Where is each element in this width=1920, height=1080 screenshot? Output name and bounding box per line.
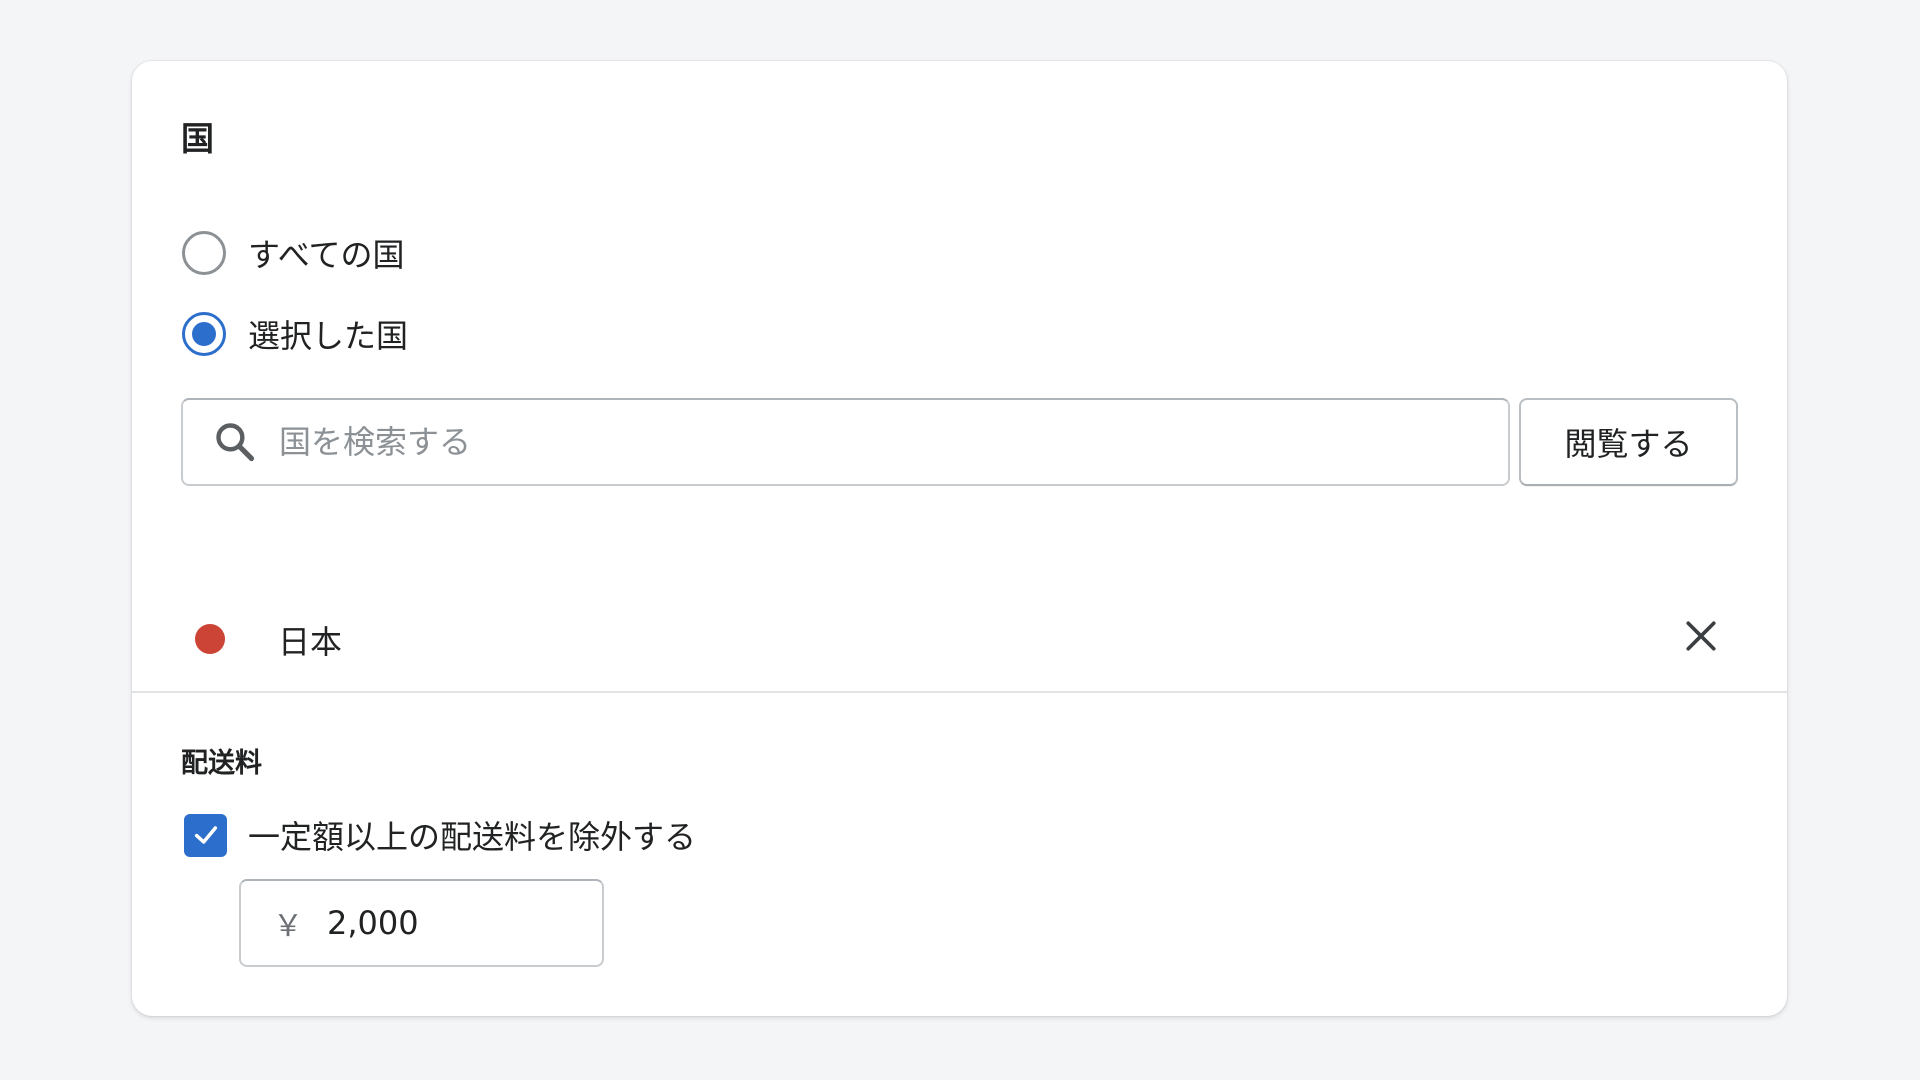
section-divider [132,691,1787,693]
countries-section: 国 すべての国 選択した国 閲覧する 日本 [132,61,1787,691]
checkmark-icon [194,826,217,844]
shipping-section-title: 配送料 [181,748,262,779]
radio-all-countries[interactable]: すべての国 [182,230,404,276]
country-flag-dot [195,624,225,654]
currency-prefix: ￥ [273,909,303,944]
radio-selected-countries[interactable]: 選択した国 [182,311,408,357]
radio-selected-countries-label[interactable]: 選択した国 [248,311,408,357]
exclude-shipping-checkbox-row[interactable]: 一定額以上の配送料を除外する [184,812,696,858]
settings-card: 国 すべての国 選択した国 閲覧する 日本 [132,61,1787,1016]
amount-field[interactable]: ￥ [239,879,604,967]
countries-section-title: 国 [181,119,214,158]
radio-selected-countries-control[interactable] [182,312,226,356]
radio-all-countries-control[interactable] [182,231,226,275]
country-search-field[interactable] [181,398,1510,486]
browse-button[interactable]: 閲覧する [1519,398,1738,486]
exclude-shipping-checkbox[interactable] [184,813,227,857]
selected-country-name: 日本 [278,623,343,661]
remove-country-button[interactable] [1678,613,1724,659]
exclude-shipping-label[interactable]: 一定額以上の配送料を除外する [248,812,696,858]
close-icon [1686,621,1716,651]
selected-country-row: 日本 [132,601,1787,677]
country-search-input[interactable] [277,412,1477,472]
search-icon [216,423,255,462]
radio-all-countries-label[interactable]: すべての国 [248,230,404,276]
amount-input[interactable] [325,893,575,953]
